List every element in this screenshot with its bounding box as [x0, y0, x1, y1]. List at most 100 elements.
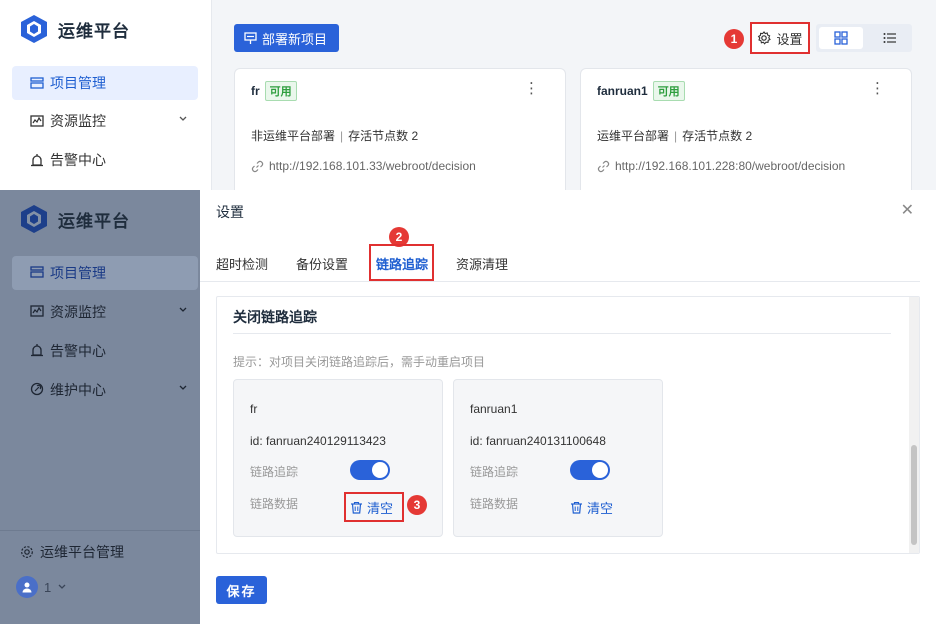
chevron-down-icon	[179, 307, 187, 312]
project-title: fr 可用	[251, 81, 297, 101]
cube-logo-icon	[21, 15, 47, 43]
list-icon	[883, 33, 896, 43]
gear-icon	[21, 546, 33, 558]
deploy-project-button[interactable]: 部署新项目	[234, 24, 340, 52]
sidebar-item-label: 资源监控	[50, 113, 106, 129]
sidebar-item-project[interactable]: 项目管理	[12, 256, 198, 290]
user-label: 1	[44, 579, 52, 595]
user-menu[interactable]: 1	[16, 576, 67, 598]
trace-label: 链路追踪	[470, 465, 519, 479]
save-button[interactable]: 保存	[216, 576, 267, 604]
project-link[interactable]: http://192.168.101.228:80/webroot/decisi…	[597, 159, 845, 173]
trace-project-name: fr	[250, 402, 258, 416]
sidebar-item-monitor[interactable]: 资源监控	[12, 104, 198, 138]
maintenance-icon	[30, 382, 44, 399]
sidebar-item-label: 告警中心	[50, 343, 106, 359]
scrollbar-thumb[interactable]	[911, 445, 917, 545]
section-divider	[233, 333, 891, 334]
trace-data-label: 链路数据	[470, 497, 519, 511]
deploy-icon	[244, 31, 257, 44]
tab-backup[interactable]: 备份设置	[296, 254, 348, 273]
tab-cleanup[interactable]: 资源清理	[456, 254, 508, 273]
project-card[interactable]: fanruan1 可用 ⋮ 运维平台部署 | 存活节点数 2 http://192.…	[580, 68, 912, 198]
project-link[interactable]: http://192.168.101.33/webroot/decision	[251, 159, 476, 173]
more-options-icon[interactable]: ⋮	[870, 79, 885, 97]
main-content: 部署新项目 1 设置 fr 可用 ⋮ 非运维平台部署 | 存活节点数 2 http:…	[212, 0, 936, 198]
tab-timeout[interactable]: 超时检测	[216, 254, 268, 273]
toggle-knob	[372, 462, 388, 478]
chevron-down-icon	[179, 116, 187, 121]
nodes-count: 2	[745, 129, 753, 143]
app-name: 运维平台	[58, 211, 130, 231]
trace-project-id: id: fanruan240129113423	[250, 434, 386, 448]
grid-icon	[834, 31, 848, 45]
project-icon	[30, 76, 44, 90]
project-url: http://192.168.101.228:80/webroot/decisi…	[615, 159, 846, 173]
alarm-icon	[30, 343, 44, 360]
annotation-badge-1: 1	[724, 29, 744, 49]
project-url: http://192.168.101.33/webroot/decision	[269, 159, 476, 173]
more-options-icon[interactable]: ⋮	[524, 79, 539, 97]
app-logo: 运维平台	[20, 14, 130, 44]
sidebar-item-alarm[interactable]: 告警中心	[12, 334, 198, 368]
trace-label: 链路追踪	[250, 465, 299, 479]
monitor-icon	[30, 114, 44, 128]
toggle-knob	[592, 462, 608, 478]
app-name: 运维平台	[58, 21, 130, 41]
clear-trace-data-button[interactable]: 清空	[570, 498, 613, 517]
trace-data-label: 链路数据	[250, 497, 299, 511]
sidebar-item-maintenance[interactable]: 维护中心	[12, 373, 198, 407]
project-card[interactable]: fr 可用 ⋮ 非运维平台部署 | 存活节点数 2 http://192.168.1…	[234, 68, 566, 198]
settings-dialog: 设置 ✕ 2 超时检测 备份设置 链路追踪 资源清理 关闭链路追踪 提示：对项目…	[200, 190, 936, 624]
trace-project-name: fanruan1	[470, 402, 518, 416]
platform-manage-link[interactable]: 运维平台管理	[20, 542, 124, 562]
project-info: 非运维平台部署 | 存活节点数 2	[251, 129, 419, 143]
project-name: fanruan1	[597, 84, 648, 98]
settings-tabs: 超时检测 备份设置 链路追踪 资源清理	[200, 250, 920, 282]
avatar	[16, 576, 38, 598]
sidebar-item-label: 告警中心	[50, 152, 106, 168]
view-toggle	[816, 24, 912, 52]
grid-view-button[interactable]	[819, 27, 863, 49]
close-icon[interactable]: ✕	[901, 200, 914, 220]
section-title: 关闭链路追踪	[233, 309, 317, 325]
sidebar-item-label: 项目管理	[50, 75, 106, 91]
hint-text: 提示：对项目关闭链路追踪后，需手动重启项目	[233, 355, 486, 369]
chevron-down-icon	[179, 385, 187, 390]
trash-icon	[571, 501, 582, 514]
alarm-icon	[30, 153, 44, 167]
trace-toggle[interactable]	[350, 460, 390, 480]
monitor-icon	[30, 304, 44, 321]
sidebar-item-label: 项目管理	[50, 265, 106, 281]
sidebar-item-alarm[interactable]: 告警中心	[12, 143, 198, 177]
annotation-highlight-clear	[344, 492, 404, 522]
project-title: fanruan1 可用	[597, 81, 685, 101]
trace-project-id: id: fanruan240131100648	[470, 434, 606, 448]
list-view-button[interactable]	[868, 27, 912, 49]
project-icon	[30, 265, 44, 282]
link-icon	[597, 160, 610, 172]
settings-label: 设置	[776, 31, 803, 47]
trace-card: fanruan1 id: fanruan240131100648 链路追踪 链路…	[453, 379, 663, 537]
app-logo: 运维平台	[20, 204, 130, 234]
sidebar-item-project[interactable]: 项目管理	[12, 66, 198, 100]
manage-label: 运维平台管理	[40, 544, 124, 560]
nodes-label: 存活节点数	[682, 129, 743, 143]
annotation-highlight-trace-tab	[369, 244, 434, 281]
trace-toggle[interactable]	[570, 460, 610, 480]
project-type: 运维平台部署	[597, 129, 670, 143]
deploy-label: 部署新项目	[262, 31, 328, 47]
trace-settings-panel: 关闭链路追踪 提示：对项目关闭链路追踪后，需手动重启项目 fr id: fanr…	[216, 296, 920, 554]
annotation-badge-3: 3	[407, 495, 427, 515]
sidebar-item-monitor[interactable]: 资源监控	[12, 295, 198, 329]
project-type: 非运维平台部署	[251, 129, 336, 143]
chevron-down-icon	[58, 584, 66, 589]
sidebar-divider	[0, 530, 200, 531]
user-icon	[22, 582, 32, 593]
panel-scrollbar[interactable]	[909, 297, 919, 553]
cube-logo-icon	[21, 205, 47, 233]
gear-icon	[758, 31, 772, 45]
dialog-title: 设置	[216, 204, 244, 220]
clear-label: 清空	[587, 501, 614, 516]
settings-button[interactable]: 设置	[750, 22, 810, 54]
